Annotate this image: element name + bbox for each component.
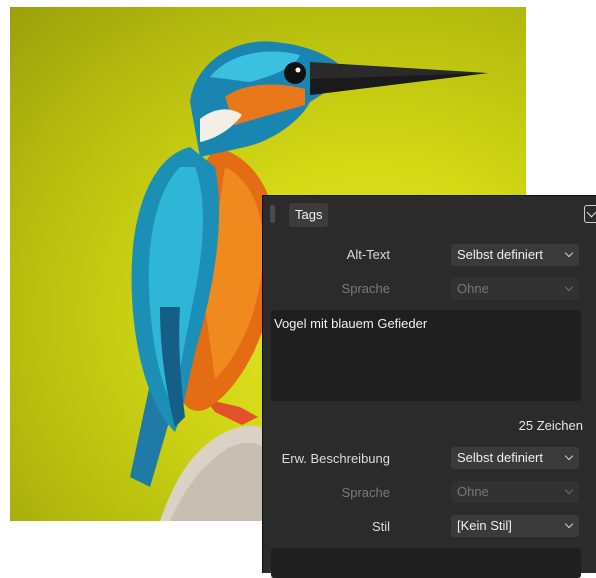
collapse-icon[interactable] [584, 205, 596, 223]
extended-language-value: Ohne [457, 484, 489, 499]
extended-description-label: Erw. Beschreibung [281, 451, 390, 466]
style-value: [Kein Stil] [457, 518, 512, 533]
style-label: Stil [371, 519, 390, 534]
alt-text-content: Vogel mit blauem Gefieder [274, 316, 428, 331]
alt-text-language-select[interactable]: Ohne [451, 278, 579, 300]
chevron-down-icon [564, 282, 574, 292]
panel-grip-handle[interactable] [270, 205, 275, 223]
chevron-down-icon [564, 248, 574, 258]
tags-panel: Tags Alt-Text Selbst definiert Sprache O… [262, 195, 596, 578]
tab-tags[interactable]: Tags [289, 203, 329, 227]
chevron-down-icon [564, 519, 574, 529]
alt-text-language-value: Ohne [457, 281, 489, 296]
style-select[interactable]: [Kein Stil] [451, 515, 579, 537]
alt-text-textarea[interactable]: Vogel mit blauem Gefieder [271, 310, 581, 401]
extended-description-mode-value: Selbst definiert [457, 450, 543, 465]
extended-language-label: Sprache [341, 485, 390, 500]
extended-language-select[interactable]: Ohne [451, 481, 579, 503]
chevron-down-icon [564, 485, 574, 495]
alt-text-mode-value: Selbst definiert [457, 247, 543, 262]
alt-text-language-label: Sprache [341, 281, 390, 296]
extended-description-textarea[interactable] [271, 548, 581, 578]
extended-description-mode-select[interactable]: Selbst definiert [451, 447, 579, 469]
panel-header: Tags [263, 196, 596, 232]
chevron-down-icon [564, 451, 574, 461]
alt-text-mode-select[interactable]: Selbst definiert [451, 244, 579, 266]
alt-text-label: Alt-Text [346, 247, 390, 262]
alt-text-char-count: 25 Zeichen [518, 418, 583, 433]
